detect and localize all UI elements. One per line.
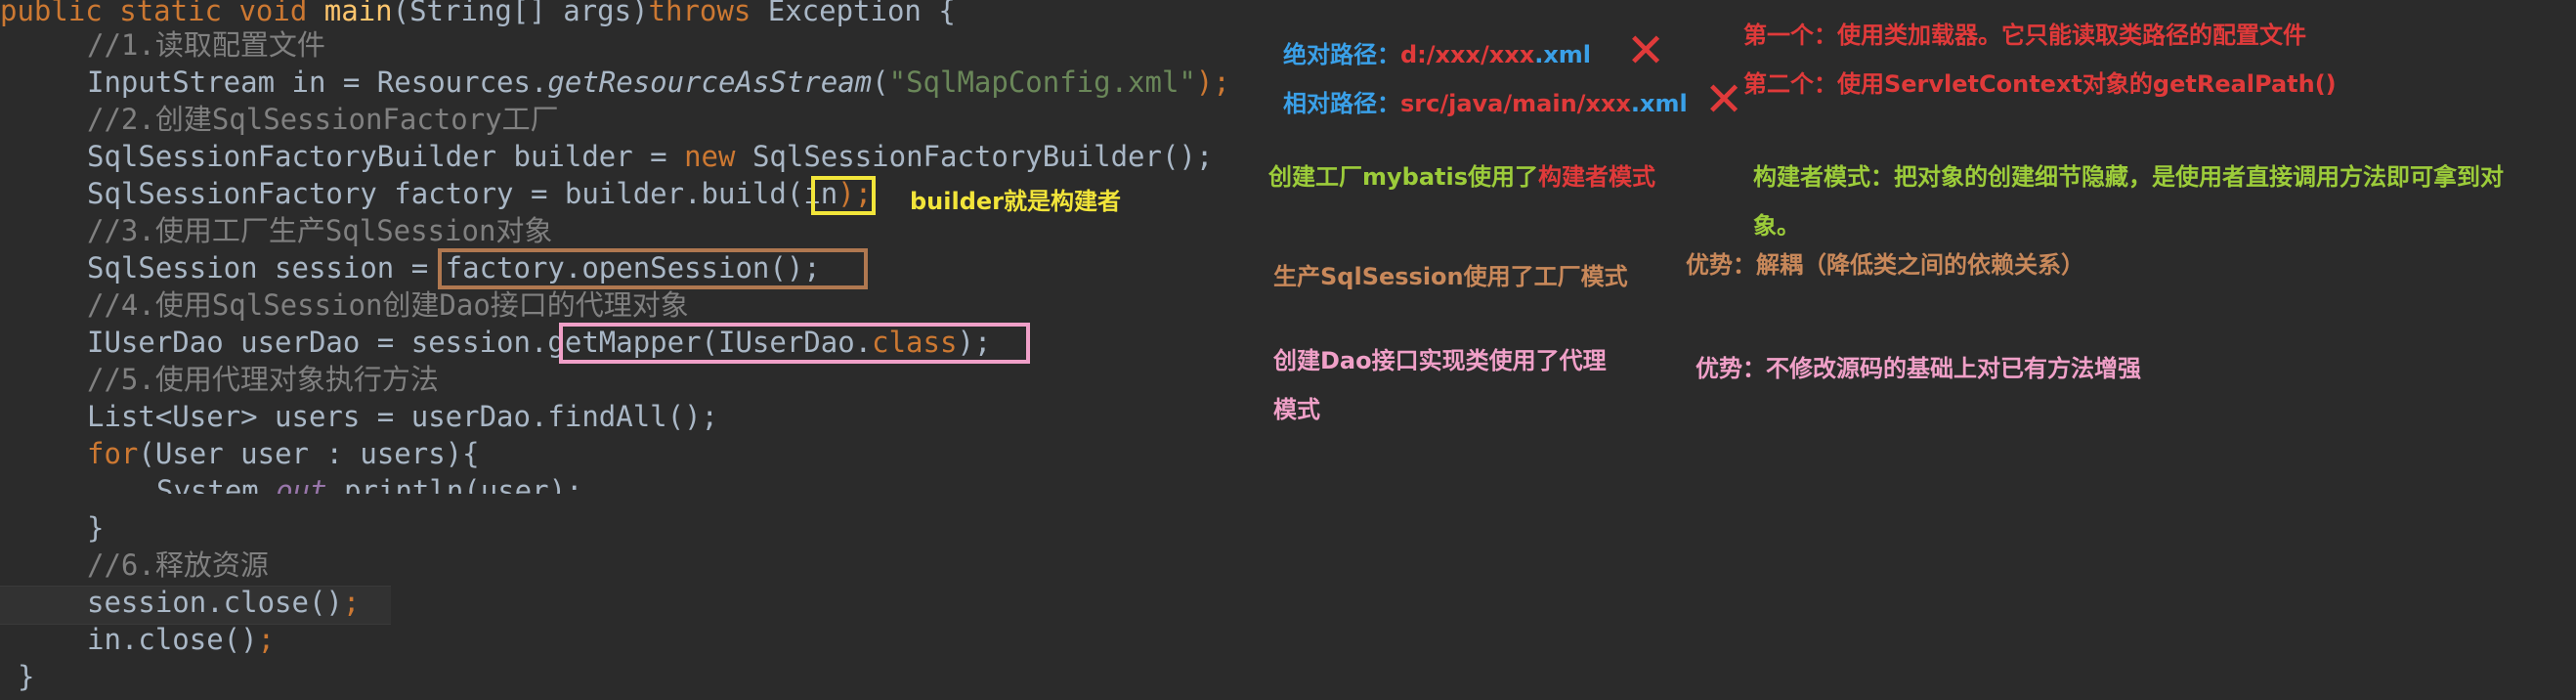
string-literal: "SqlMapConfig.xml"	[888, 66, 1196, 99]
code-text: SqlSessionFactoryBuilder();	[735, 140, 1214, 173]
code-line: InputStream in = Resources.getResourceAs…	[87, 64, 1230, 101]
static-method: getResourceAsStream	[547, 66, 873, 99]
annotation-second: 第二个：使用ServletContext对象的getRealPath()	[1743, 70, 2337, 98]
cross-mark-icon: ✕	[1626, 23, 1666, 78]
code-text: (String[] args)	[392, 0, 649, 27]
method-name: main	[323, 0, 393, 27]
annotation-first: 第一个：使用类加载器。它只能读取类路径的配置文件	[1743, 22, 2306, 49]
highlight-box-in	[811, 176, 876, 215]
annotation-absolute-path: 绝对路径：d:/xxx/xxx.xml	[1283, 41, 1592, 68]
keyword: public	[0, 0, 103, 27]
annotation-relative-path: 相对路径：src/java/main/xxx.xml	[1283, 90, 1688, 117]
code-line: System.out.println(user);	[156, 472, 583, 494]
code-text: IUserDao userDao = session.	[87, 326, 548, 359]
keyword: for	[87, 437, 139, 470]
static-field: out	[276, 474, 327, 494]
code-line: in.close();	[87, 623, 276, 656]
highlight-box-open-session	[438, 248, 868, 289]
code-line: List<User> users = userDao.findAll();	[87, 400, 719, 433]
code-text: SqlSessionFactoryBuilder builder =	[87, 140, 685, 173]
keyword: static	[119, 0, 222, 27]
code-text: System.	[156, 474, 277, 494]
cross-mark-icon: ✕	[1704, 72, 1744, 127]
code-line: SqlSessionFactory factory = builder.buil…	[87, 175, 872, 212]
annotation-advantage-2: 优势：不修改源码的基础上对已有方法增强	[1696, 355, 2141, 382]
annotation-factory-builder: 创建工厂mybatis使用了构建者模式	[1268, 161, 1655, 193]
text: 构建者模式	[1538, 163, 1656, 191]
annotation-advantage-1: 优势：解耦（降低类之间的依赖关系）	[1686, 251, 2084, 279]
code-text: );	[1195, 66, 1230, 99]
code-comment: //5.使用代理对象执行方法	[87, 363, 439, 396]
annotation-proxy-1: 创建Dao接口实现类使用了代理	[1273, 347, 1607, 374]
label: 绝对路径：	[1283, 41, 1400, 68]
code-comment: //1.读取配置文件	[87, 28, 325, 62]
code-line: SqlSessionFactoryBuilder builder = new S…	[87, 138, 1213, 175]
code-text: (User user : users){	[138, 437, 480, 470]
code-comment: //3.使用工厂生产SqlSession对象	[87, 214, 553, 247]
code-comment: //4.使用SqlSession创建Dao接口的代理对象	[87, 288, 689, 322]
code-text: Exception {	[751, 0, 956, 27]
annotation-session-factory: 生产SqlSession使用了工厂模式	[1273, 263, 1628, 290]
annotation-builder: builder就是构建者	[910, 188, 1122, 215]
code-text: (	[872, 66, 889, 99]
code-line: for(User user : users){	[87, 435, 480, 472]
code-editor[interactable]: public static void main(String[] args)th…	[0, 0, 1270, 700]
code-line: }	[18, 660, 35, 693]
text: 创建工厂mybatis使用了	[1268, 163, 1539, 191]
keyword: new	[684, 140, 736, 173]
highlight-box-get-mapper	[559, 323, 1030, 364]
code-text: SqlSessionFactory factory = builder.buil…	[87, 177, 804, 210]
label: 相对路径：	[1283, 90, 1400, 117]
annotation-proxy-2: 模式	[1273, 396, 1320, 423]
code-comment: //6.释放资源	[87, 548, 269, 582]
code-text: SqlSession session =	[87, 251, 446, 284]
code-line: }	[87, 511, 105, 545]
code-text: .println(user);	[326, 474, 583, 494]
code-comment: //2.创建SqlSessionFactory工厂	[87, 103, 559, 136]
code-line-main: public static void main(String[] args)th…	[0, 0, 956, 29]
keyword: void	[238, 0, 308, 27]
code-line: session.close();	[87, 586, 361, 619]
annotation-builder-desc-2: 象。	[1753, 212, 1800, 240]
code-text: InputStream in = Resources.	[87, 66, 548, 99]
annotation-builder-desc-1: 构建者模式：把对象的创建细节隐藏，是使用者直接调用方法即可拿到对	[1753, 163, 2504, 191]
keyword: throws	[648, 0, 751, 27]
